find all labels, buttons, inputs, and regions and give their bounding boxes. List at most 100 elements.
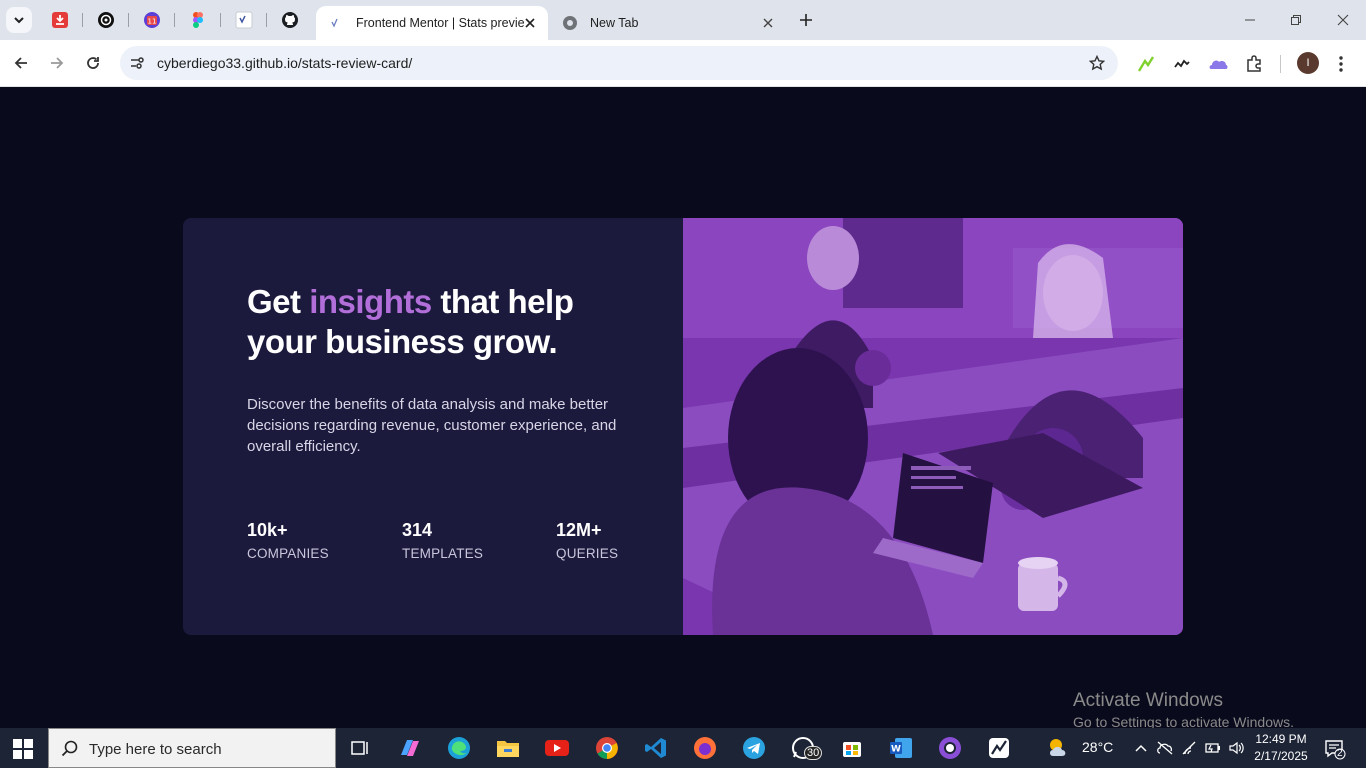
- puzzle-icon[interactable]: [1243, 53, 1265, 75]
- chart-app-icon: [989, 738, 1009, 758]
- github-desktop-app[interactable]: [936, 734, 964, 762]
- microsoft-store-app[interactable]: [838, 734, 866, 762]
- task-view-button[interactable]: [346, 734, 374, 762]
- copilot-app[interactable]: [396, 734, 424, 762]
- watermark-title: Activate Windows: [1073, 690, 1223, 711]
- chrome-app[interactable]: [593, 734, 621, 762]
- telegram-icon: [743, 737, 765, 759]
- speed-extension-icon[interactable]: [1135, 53, 1157, 75]
- firefox-app[interactable]: [691, 734, 719, 762]
- vscode-app[interactable]: [642, 734, 670, 762]
- chrome-icon: [596, 737, 618, 759]
- svg-text:11: 11: [148, 18, 157, 26]
- telegram-app[interactable]: [740, 734, 768, 762]
- search-placeholder: Type here to search: [89, 741, 222, 758]
- show-hidden-icons-button[interactable]: [1132, 739, 1150, 757]
- chart-app[interactable]: [985, 734, 1013, 762]
- vscode-icon: [645, 738, 666, 758]
- volume-control[interactable]: [1228, 739, 1246, 757]
- card-content: Get insights that help your business gro…: [183, 218, 683, 635]
- profile-avatar[interactable]: I: [1297, 52, 1319, 74]
- close-icon[interactable]: [522, 15, 538, 31]
- new-tab-button[interactable]: [796, 10, 816, 30]
- close-icon[interactable]: [760, 15, 776, 31]
- chevron-up-icon: [1135, 744, 1147, 752]
- close-window-button[interactable]: [1333, 10, 1353, 30]
- arrow-right-icon: [51, 57, 64, 69]
- arrow-left-icon: [14, 57, 27, 69]
- cloud-extension-icon[interactable]: [1207, 53, 1229, 75]
- tab-title: New Tab: [590, 16, 639, 30]
- wifi-icon: [1182, 741, 1196, 755]
- taskbar-search-input[interactable]: Type here to search: [48, 728, 336, 768]
- pinned-tab-frontend-mentor[interactable]: [232, 8, 256, 32]
- weather-widget[interactable]: 28°C: [1046, 736, 1113, 758]
- activate-windows-watermark: Activate Windows Go to Settings to activ…: [1073, 690, 1294, 730]
- waveform-extension-icon[interactable]: [1171, 53, 1193, 75]
- battery-icon: [1205, 743, 1220, 753]
- plus-icon: [800, 14, 812, 26]
- clock-time: 12:49 PM: [1255, 732, 1307, 746]
- speaker-icon: [1229, 741, 1244, 755]
- pinned-tab-calendar[interactable]: 11: [140, 8, 164, 32]
- reload-icon: [87, 57, 99, 69]
- clock-date: 2/17/2025: [1254, 749, 1308, 763]
- youtube-app[interactable]: [543, 734, 571, 762]
- youtube-icon: [545, 740, 569, 756]
- stat-value: 314: [402, 520, 433, 540]
- download-icon: [52, 12, 68, 28]
- card-header-image: [683, 218, 1183, 635]
- store-icon: [843, 742, 861, 757]
- card-headline: Get insights that help your business gro…: [247, 282, 627, 362]
- card-description: Discover the benefits of data analysis a…: [247, 396, 617, 455]
- svg-text:W: W: [891, 745, 901, 755]
- bookmark-star-icon[interactable]: [1088, 54, 1106, 72]
- chrome-icon: [562, 15, 578, 31]
- system-clock[interactable]: 12:49 PM 2/17/2025: [1248, 731, 1314, 765]
- firefox-icon: [694, 737, 716, 759]
- whatsapp-unread-badge: 30: [804, 746, 823, 760]
- edge-app[interactable]: [445, 734, 473, 762]
- battery-status[interactable]: [1204, 739, 1222, 757]
- kebab-menu-icon: [1339, 56, 1343, 72]
- close-icon: [1337, 14, 1349, 26]
- pinned-tab-download[interactable]: [48, 8, 72, 32]
- reload-button[interactable]: [82, 52, 104, 74]
- stat-value: 12M+: [556, 520, 602, 540]
- browser-toolbar: cyberdiego33.github.io/stats-review-card…: [0, 40, 1366, 87]
- more-menu-button[interactable]: [1330, 53, 1352, 75]
- start-button[interactable]: [12, 738, 34, 760]
- stat-companies: 10k+ COMPANIES: [247, 520, 329, 561]
- forward-button[interactable]: [46, 52, 68, 74]
- cloud-sync-status[interactable]: [1156, 739, 1174, 757]
- stat-label: QUERIES: [556, 546, 619, 561]
- word-icon: W: [890, 738, 912, 758]
- page-viewport: Get insights that help your business gro…: [0, 87, 1366, 728]
- tab-new-tab[interactable]: New Tab: [554, 6, 786, 40]
- windows-logo-icon: [13, 739, 33, 759]
- word-app[interactable]: W: [887, 734, 915, 762]
- tab-search-button[interactable]: [6, 7, 32, 33]
- pinned-tab-github[interactable]: [278, 8, 302, 32]
- partly-cloudy-icon: [1050, 739, 1066, 756]
- network-status[interactable]: [1181, 739, 1199, 757]
- address-bar[interactable]: cyberdiego33.github.io/stats-review-card…: [120, 46, 1118, 80]
- site-info-icon[interactable]: [128, 54, 146, 72]
- stat-templates: 314 TEMPLATES: [402, 520, 483, 561]
- stat-value: 10k+: [247, 520, 288, 540]
- minimize-button[interactable]: [1240, 10, 1260, 30]
- restore-icon: [1291, 15, 1301, 25]
- back-button[interactable]: [10, 52, 32, 74]
- pinned-tab-chatgpt[interactable]: [94, 8, 118, 32]
- search-icon: [61, 740, 78, 757]
- frontend-mentor-icon: [328, 15, 344, 31]
- restore-button[interactable]: [1286, 10, 1306, 30]
- stat-label: COMPANIES: [247, 546, 329, 561]
- office-photo-illustration: [683, 218, 1183, 635]
- notification-center-button[interactable]: 2: [1324, 738, 1346, 760]
- tab-frontend-mentor[interactable]: Frontend Mentor | Stats preview card com…: [316, 6, 548, 40]
- url-text[interactable]: cyberdiego33.github.io/stats-review-card…: [157, 55, 412, 71]
- file-explorer-app[interactable]: [494, 734, 522, 762]
- copilot-icon: [401, 740, 419, 756]
- pinned-tab-figma[interactable]: [186, 8, 210, 32]
